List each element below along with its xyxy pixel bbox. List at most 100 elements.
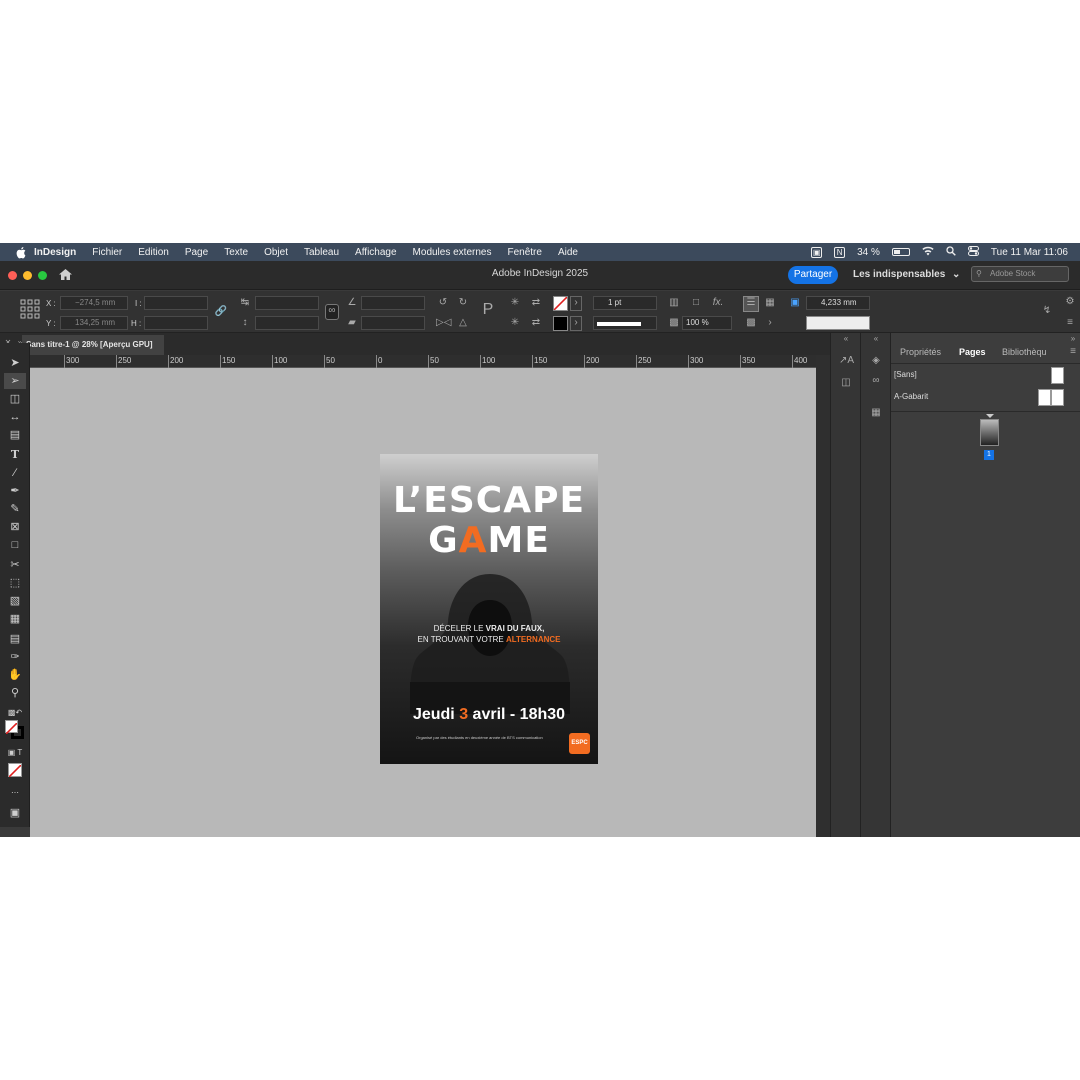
menu-page[interactable]: Page <box>185 247 208 258</box>
a-master-label[interactable]: A-Gabarit <box>894 392 928 401</box>
document-tab[interactable]: Sans titre-1 @ 28% [Aperçu GPU] <box>22 335 164 355</box>
note-tool-icon[interactable]: ▤ <box>4 631 26 647</box>
scissors-tool-icon[interactable]: ✂ <box>4 557 26 573</box>
menu-edition[interactable]: Edition <box>138 247 169 258</box>
menu-aide[interactable]: Aide <box>558 247 578 258</box>
tab-proprietes[interactable]: Propriétés <box>900 347 941 357</box>
collapse-strip-2-icon[interactable]: « <box>869 333 883 345</box>
adobe-stock-search[interactable]: ⚲ Adobe Stock <box>971 266 1069 282</box>
line-tool-icon[interactable]: ∕ <box>4 465 26 481</box>
corner-shape-select[interactable] <box>806 316 870 330</box>
select-container-icon[interactable]: ✳ <box>508 297 522 309</box>
tab-pages[interactable]: Pages <box>959 347 986 357</box>
stroke-weight-field[interactable]: 1 pt <box>593 296 657 310</box>
eyedropper-tool-icon[interactable]: ✑ <box>4 649 26 665</box>
vertical-scrollbar[interactable] <box>816 355 830 837</box>
fill-stroke-swatches[interactable] <box>5 720 25 740</box>
direct-selection-tool-icon[interactable]: ➢ <box>4 373 26 389</box>
menu-texte[interactable]: Texte <box>224 247 248 258</box>
apple-icon[interactable] <box>14 245 28 259</box>
cc-libraries-icon[interactable]: ▦ <box>869 407 883 419</box>
tab-bibliotheque[interactable]: Bibliothèqu <box>1002 347 1047 357</box>
menu-objet[interactable]: Objet <box>264 247 288 258</box>
battery-icon[interactable] <box>891 248 910 256</box>
settings-gear-icon[interactable]: ⚙ <box>1063 296 1077 308</box>
fill-menu-chevron-icon[interactable]: › <box>570 296 582 311</box>
width-field[interactable] <box>144 296 208 310</box>
page-1-thumbnail[interactable] <box>980 419 999 446</box>
menu-app-indesign[interactable]: InDesign <box>34 247 76 258</box>
type-tool-icon[interactable]: T <box>4 447 26 463</box>
layers-icon[interactable]: ◈ <box>869 355 883 367</box>
paragraph-p-icon[interactable]: P <box>478 302 498 318</box>
poster-page[interactable]: L’ESCAPE GAME DÉCELER LE VRAI DU FAUX, E… <box>380 454 598 764</box>
constrain-proportions-icon[interactable]: 🔗 <box>214 306 228 318</box>
stroke-black-swatch[interactable] <box>553 316 568 331</box>
scale-y-field[interactable] <box>255 316 319 330</box>
lightning-icon[interactable]: ↯ <box>1040 305 1054 317</box>
menu-affichage[interactable]: Affichage <box>355 247 397 258</box>
a-master-left-thumbnail[interactable] <box>1038 389 1051 406</box>
rotate-cw-icon[interactable]: ↻ <box>456 297 470 309</box>
control-panel-menu-icon[interactable]: ≡ <box>1063 317 1077 329</box>
x-position-field[interactable]: −274,5 mm <box>60 296 128 310</box>
fill-swatch[interactable] <box>5 720 18 735</box>
collapse-panel-icon[interactable]: » <box>1067 333 1079 345</box>
wifi-icon[interactable] <box>922 246 934 259</box>
select-content-icon[interactable]: ✳ <box>508 317 522 329</box>
spotlight-search-icon[interactable] <box>946 245 956 259</box>
auto-fit-icon[interactable]: ▩ <box>743 317 759 329</box>
fitting-options-icon[interactable]: › <box>763 317 777 329</box>
rectangle-tool-icon[interactable]: □ <box>4 537 26 553</box>
share-button[interactable]: Partager <box>788 266 838 284</box>
fill-none-swatch[interactable] <box>553 296 568 311</box>
constrain-scale-icon[interactable]: ∞ <box>325 304 339 320</box>
screen-mode-icon[interactable]: ▣ <box>4 805 26 821</box>
pen-tool-icon[interactable]: ✒ <box>4 483 26 499</box>
apply-none-icon[interactable] <box>8 763 22 778</box>
free-transform-tool-icon[interactable]: ⬚ <box>4 575 26 591</box>
text-wrap-none-icon[interactable]: ☰ <box>743 296 759 312</box>
height-field[interactable] <box>144 316 208 330</box>
selection-tool-icon[interactable]: ➤ <box>4 355 26 371</box>
pencil-tool-icon[interactable]: ✎ <box>4 501 26 517</box>
page-tool-icon[interactable]: ◫ <box>4 391 26 407</box>
a-master-right-thumbnail[interactable] <box>1051 389 1064 406</box>
hand-tool-icon[interactable]: ✋ <box>4 667 26 683</box>
rotation-field[interactable] <box>361 296 425 310</box>
character-styles-icon[interactable]: ↗A <box>839 355 854 367</box>
none-master-label[interactable]: [Sans] <box>894 370 917 379</box>
paragraph-styles-icon[interactable]: ◫ <box>839 377 853 389</box>
corner-size-field[interactable]: 4,233 mm <box>806 296 870 310</box>
formatting-container-icon[interactable]: ▣ T <box>4 745 26 761</box>
opacity-field[interactable]: 100 % <box>682 316 732 330</box>
shear-field[interactable] <box>361 316 425 330</box>
collapse-strip-icon[interactable]: « <box>839 333 853 345</box>
gradient-swatch-tool-icon[interactable]: ▧ <box>4 593 26 609</box>
reference-point-icon[interactable] <box>20 299 40 319</box>
control-center-icon[interactable] <box>967 245 979 259</box>
page-1-number[interactable]: 1 <box>984 450 994 460</box>
workspace-switcher[interactable]: Les indispensables ⌄ <box>853 269 960 280</box>
zoom-tool-icon[interactable]: ⚲ <box>4 685 26 701</box>
notion-icon[interactable]: N <box>834 246 846 258</box>
default-colors-icon[interactable]: ▩↶ <box>4 705 26 721</box>
stroke-menu-chevron-icon[interactable]: › <box>570 316 582 331</box>
stroke-type-select[interactable] <box>593 316 657 330</box>
select-previous-icon[interactable]: ⇄ <box>528 297 544 309</box>
menu-tableau[interactable]: Tableau <box>304 247 339 258</box>
links-icon[interactable]: ∞ <box>869 375 883 387</box>
menu-fichier[interactable]: Fichier <box>92 247 122 258</box>
panel-menu-icon[interactable]: ≡ <box>1067 346 1079 358</box>
y-position-field[interactable]: 134,25 mm <box>60 316 128 330</box>
gradient-feather-tool-icon[interactable]: ▦ <box>4 611 26 627</box>
text-wrap-box-icon[interactable]: ▦ <box>763 297 777 309</box>
drop-shadow-icon[interactable]: □ <box>689 297 703 309</box>
menu-fenetre[interactable]: Fenêtre <box>507 247 541 258</box>
camera-status-icon[interactable]: ▣ <box>811 246 823 258</box>
menu-clock[interactable]: Tue 11 Mar 11:06 <box>991 247 1068 258</box>
rotate-ccw-icon[interactable]: ↺ <box>436 297 450 309</box>
rectangle-frame-tool-icon[interactable]: ⊠ <box>4 519 26 535</box>
flip-vertical-icon[interactable]: △ <box>456 317 470 329</box>
tool-options-icon[interactable]: ⋯ <box>4 785 26 801</box>
